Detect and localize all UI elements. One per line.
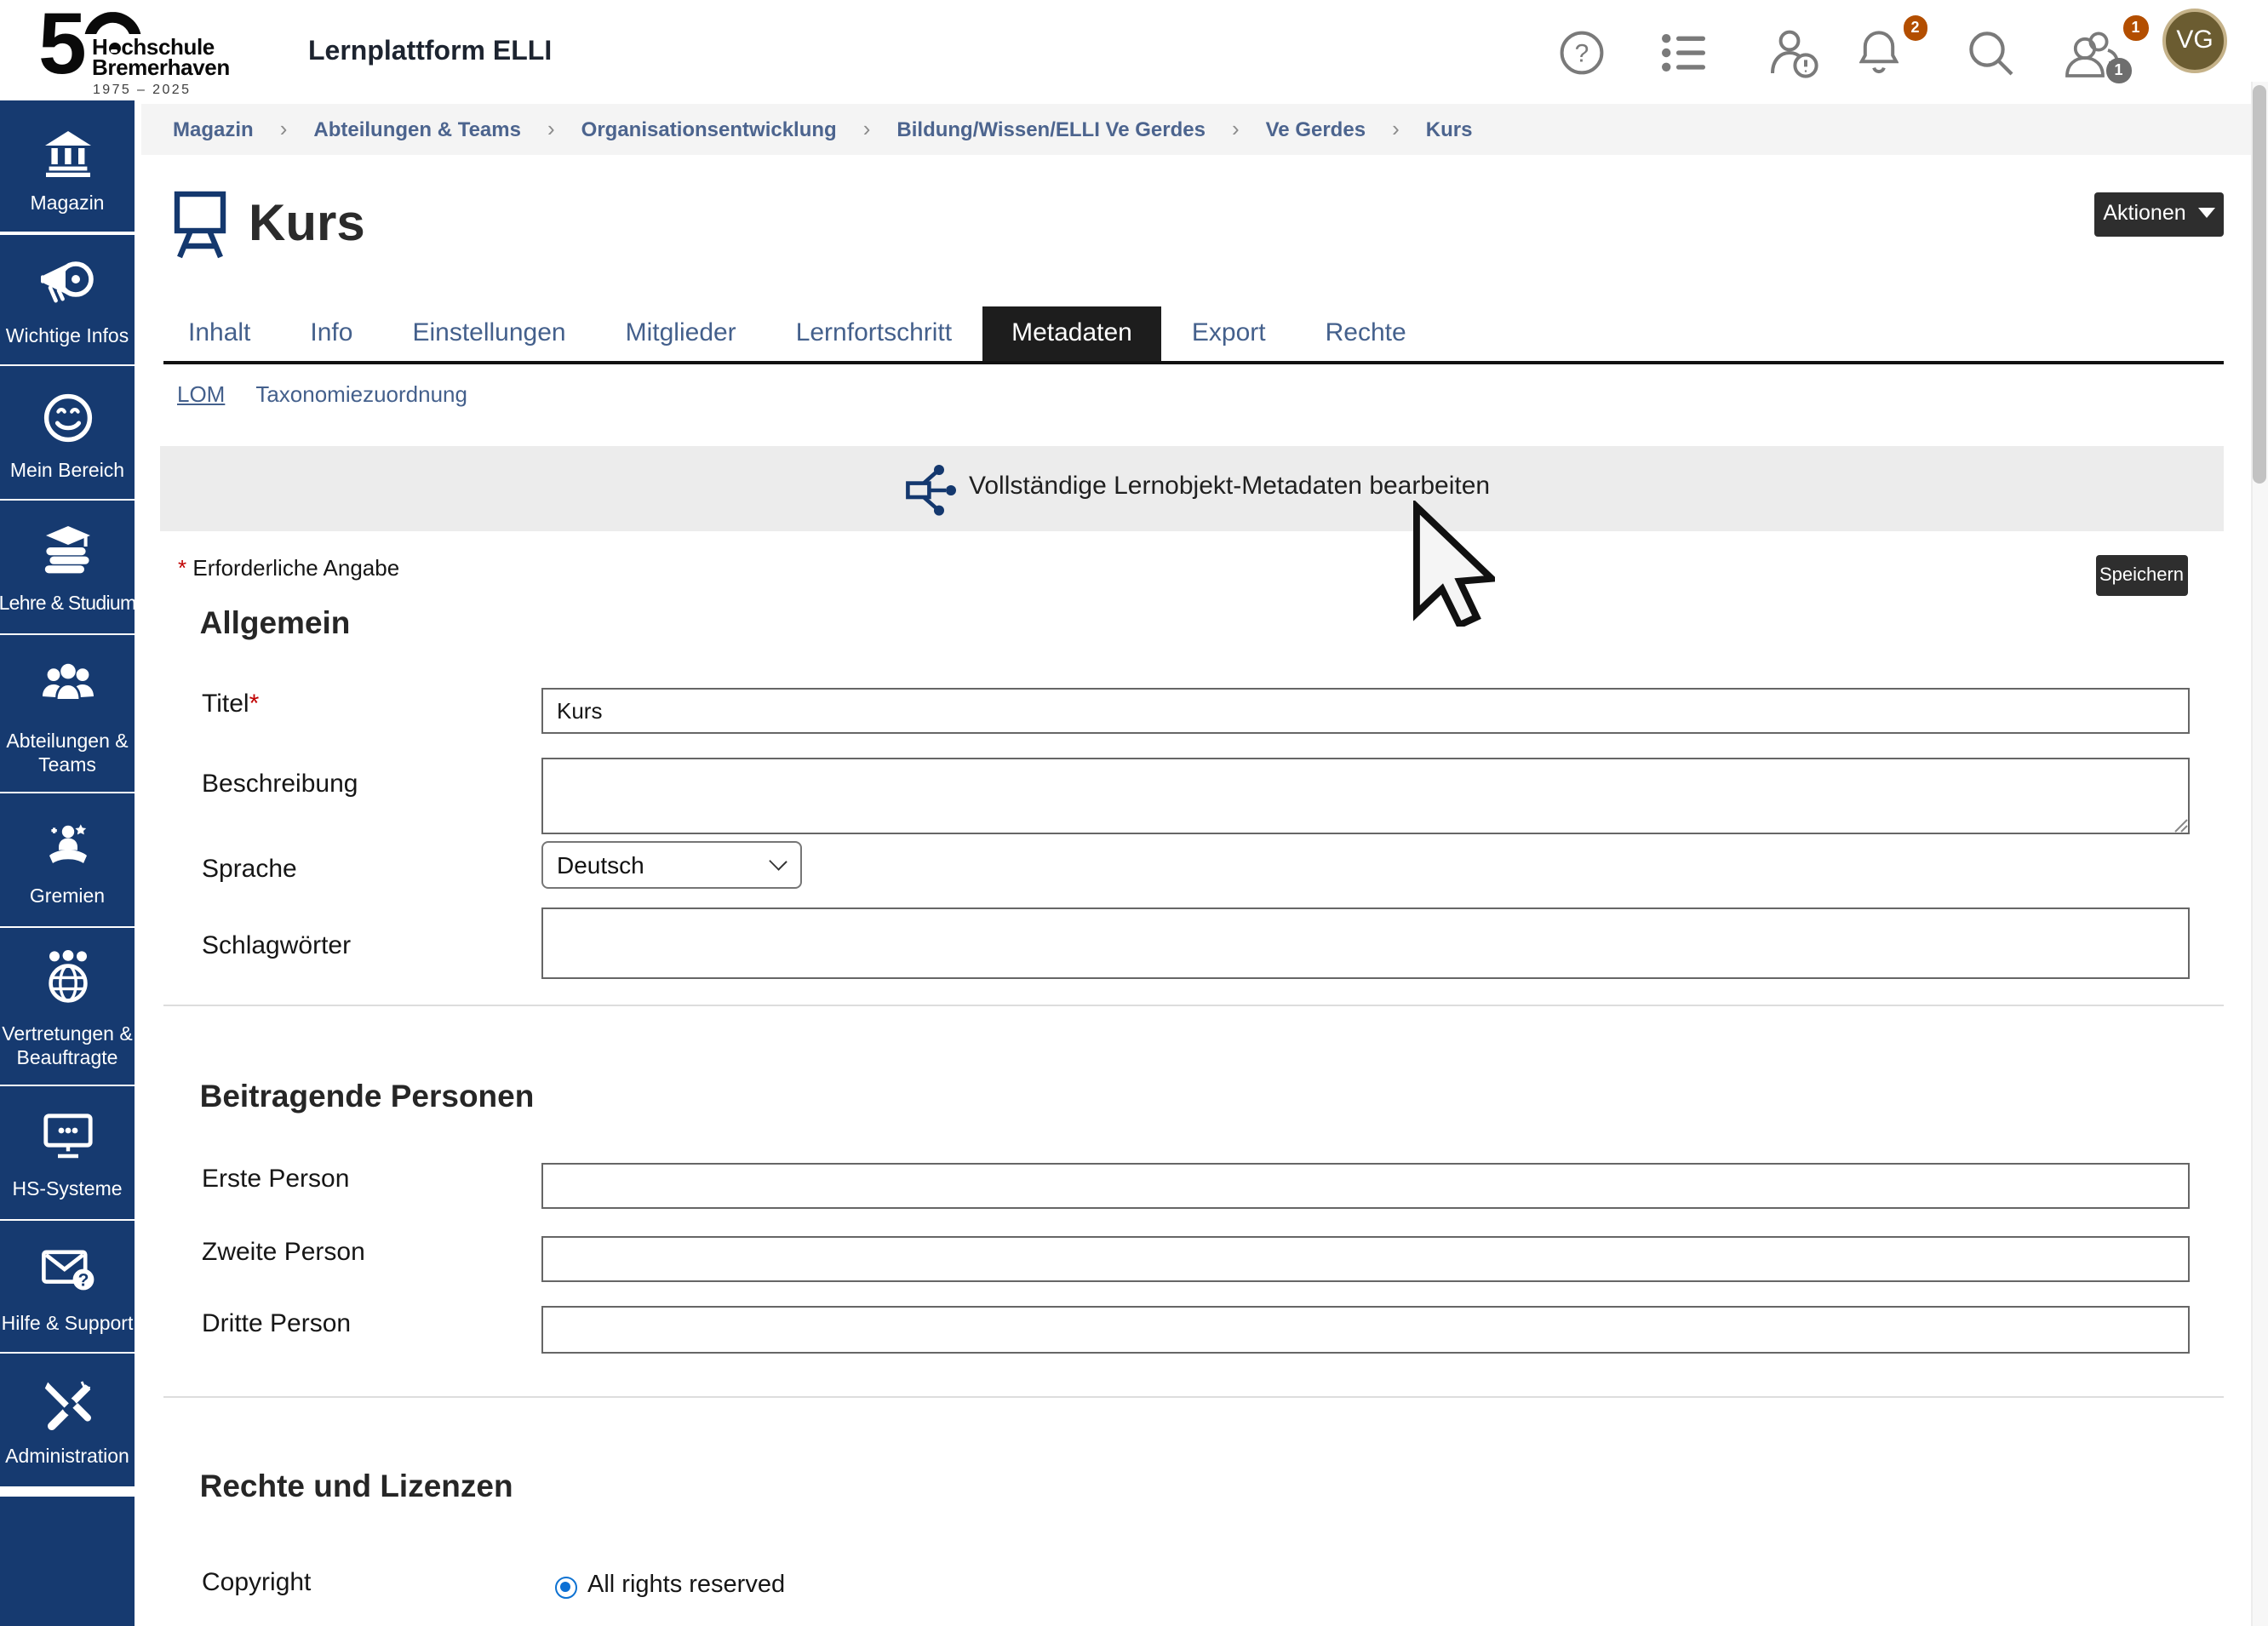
svg-text:?: ? <box>1575 40 1589 68</box>
svg-text:?: ? <box>77 1270 89 1290</box>
